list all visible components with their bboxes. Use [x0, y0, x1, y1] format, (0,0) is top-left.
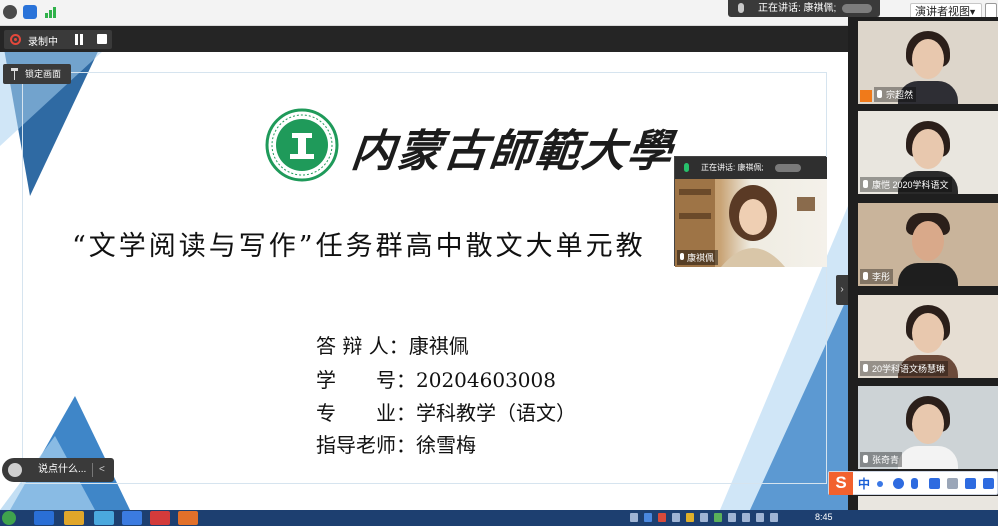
speaking-indicator: 正在讲话: 康祺佩; [728, 0, 880, 17]
meeting-window: { "status_bar": { "speaking_label": "正在讲… [0, 0, 998, 526]
emoji-icon[interactable] [8, 463, 22, 477]
info-label: 专 业： [316, 401, 416, 425]
tray-icon[interactable] [686, 513, 694, 522]
speaker-preview-header: 正在讲话: 康祺佩; [675, 157, 827, 179]
signal-icon[interactable] [742, 513, 750, 522]
speaking-label: 正在讲话: 康祺佩; [758, 3, 837, 14]
participant-name: 20学科语文杨慧琳 [860, 361, 949, 376]
recording-pill: 录制中 [4, 30, 112, 49]
user-icon[interactable] [947, 478, 958, 489]
info-value: 20204603008 [416, 368, 556, 392]
tray-icon[interactable] [714, 513, 722, 522]
collapse-sidebar-button[interactable]: › [836, 275, 848, 305]
chat-input[interactable]: 说点什么... < [2, 458, 114, 482]
info-row-major: 专 业：学科教学（语文） [316, 397, 576, 426]
participant-tile[interactable]: 李彤 [858, 203, 998, 286]
shield-icon[interactable] [23, 5, 37, 19]
network-icon[interactable] [728, 513, 736, 522]
skin-icon[interactable] [965, 478, 976, 489]
participant-tile[interactable]: 张奇青 [858, 386, 998, 469]
info-label: 学 号： [316, 368, 416, 392]
lock-view-button[interactable]: 锁定画面 [3, 64, 71, 84]
wechat-icon[interactable] [94, 511, 114, 525]
blurred-avatars [775, 164, 801, 172]
pin-icon [11, 68, 18, 80]
meeting-app-icon[interactable] [122, 511, 142, 525]
mic-icon [738, 3, 744, 13]
participant-name: 张奇青 [860, 452, 903, 467]
participant-name: 宗超然 [874, 87, 917, 102]
chevron-left-icon[interactable]: < [99, 458, 105, 482]
university-seal-logo [265, 108, 339, 182]
keyboard-icon[interactable] [929, 478, 940, 489]
emoji-icon[interactable] [893, 478, 904, 489]
tray-icon[interactable] [658, 513, 666, 522]
participant-tile[interactable]: 20学科语文杨慧琳 [858, 295, 998, 378]
lock-view-label: 锁定画面 [25, 69, 62, 79]
blurred-avatars [842, 4, 872, 13]
battery-icon[interactable] [756, 513, 764, 522]
participant-video [898, 396, 958, 469]
mic-icon [684, 163, 689, 172]
info-label: 指导老师： [316, 433, 416, 457]
sogou-icon[interactable]: S [829, 472, 853, 495]
participant-name: 康恺 2020学科语文 [860, 177, 952, 192]
tray-icon[interactable] [644, 513, 652, 522]
participant-tile[interactable]: 宗超然 [858, 21, 998, 104]
taskbar-clock[interactable]: 8:45 [815, 512, 833, 522]
participant-name: 李彤 [860, 269, 894, 284]
browser-icon[interactable] [64, 511, 84, 525]
ime-toolbar: S 中 [828, 471, 998, 495]
recording-label: 录制中 [28, 37, 58, 48]
start-button-icon[interactable] [2, 511, 16, 525]
university-name: 内蒙古師範大學 [348, 126, 677, 177]
speaker-preview-window[interactable]: 正在讲话: 康祺佩; 康祺佩 [674, 156, 827, 267]
stop-icon[interactable] [97, 34, 107, 44]
recording-toolbar: 录制中 [0, 26, 848, 52]
signal-icon[interactable] [44, 5, 58, 19]
participant-tile[interactable]: 康恺 2020学科语文 [858, 111, 998, 194]
tray-icon[interactable] [672, 513, 680, 522]
pause-icon[interactable] [74, 34, 85, 45]
ime-mode[interactable]: 中 [858, 475, 870, 492]
info-value: 学科教学（语文） [416, 401, 576, 425]
app-360-icon[interactable] [34, 511, 54, 525]
taskbar: 8:45 [0, 510, 998, 526]
info-row-defender: 答 辩 人：康祺佩 [316, 330, 469, 359]
punctuation-icon[interactable] [877, 481, 883, 487]
slide-title: “文学阅读与写作”任务群高中散文大单元教 [72, 231, 646, 262]
info-value: 康祺佩 [408, 334, 469, 358]
wps-icon[interactable] [150, 511, 170, 525]
volume-icon[interactable] [770, 513, 778, 522]
speaker-name-tag: 康祺佩 [677, 250, 719, 265]
speaker-preview-header-label: 正在讲话: 康祺佩; [701, 163, 764, 172]
tray-icon[interactable] [700, 513, 708, 522]
info-label: 答 辩 人： [316, 334, 409, 358]
info-icon[interactable] [3, 5, 17, 19]
info-value: 徐雪梅 [416, 433, 476, 457]
grid-menu-icon[interactable] [983, 478, 994, 489]
record-icon [10, 34, 21, 45]
host-badge-icon [860, 90, 872, 102]
info-row-student-id: 学 号：20204603008 [316, 364, 556, 393]
microphone-icon[interactable] [911, 478, 918, 489]
info-row-advisor: 指导老师：徐雪梅 [316, 429, 476, 458]
chat-placeholder: 说点什么... [38, 464, 87, 475]
slides-app-icon[interactable] [178, 511, 198, 525]
divider [92, 463, 93, 477]
tray-icon[interactable] [630, 513, 638, 522]
participant-video [898, 213, 958, 286]
